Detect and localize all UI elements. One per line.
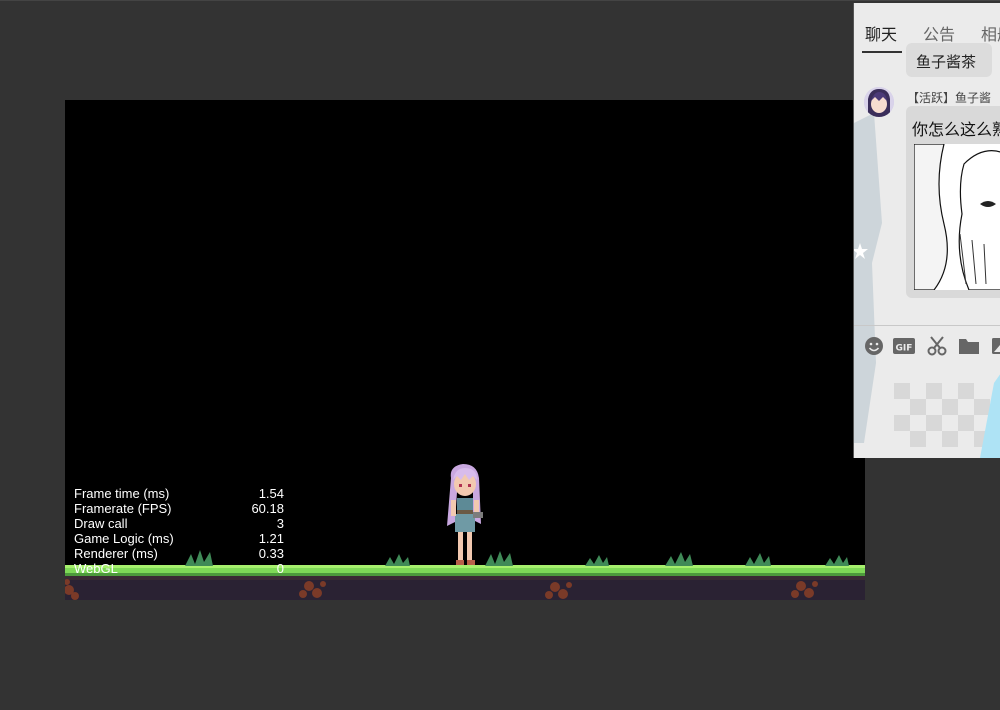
message-image[interactable] — [914, 144, 1000, 290]
boot-right — [467, 560, 475, 565]
stat-value: 0 — [276, 561, 284, 576]
stat-label: Framerate (FPS) — [74, 501, 172, 516]
stat-row: WebGL 0 — [74, 561, 284, 576]
tab-announcement[interactable]: 公告 — [923, 21, 955, 45]
stat-value: 1.21 — [258, 531, 284, 546]
chat-toolbar: GIF — [854, 333, 1000, 361]
gif-icon[interactable]: GIF — [892, 335, 916, 357]
avatar[interactable] — [864, 87, 894, 117]
stat-label: WebGL — [74, 561, 118, 576]
eye-left — [459, 484, 462, 487]
stat-value: 60.18 — [251, 501, 284, 516]
stat-label: Game Logic (ms) — [74, 531, 174, 546]
stat-label: Frame time (ms) — [74, 486, 170, 501]
stat-row: Frame time (ms) 1.54 — [74, 486, 284, 501]
belt — [457, 510, 473, 514]
leg-left — [458, 532, 463, 560]
message-sender: 【活跃】鱼子酱 — [907, 91, 992, 105]
eye-right — [468, 484, 471, 487]
stat-value: 1.54 — [258, 486, 284, 501]
avatar-image — [864, 87, 894, 117]
previous-message-text: 鱼子酱茶 — [916, 54, 977, 71]
leg-right — [467, 532, 472, 560]
stat-row: Framerate (FPS) 60.18 — [74, 501, 284, 516]
tab-album[interactable]: 相册 — [981, 21, 1000, 45]
debug-stats-panel: Frame time (ms) 1.54 Framerate (FPS) 60.… — [74, 486, 284, 576]
arm-left — [451, 500, 456, 516]
image-icon[interactable] — [990, 335, 1000, 357]
previous-message-bubble: 鱼子酱茶 — [906, 43, 992, 77]
weapon — [473, 512, 483, 518]
toolbar-divider — [854, 325, 1000, 326]
active-tab-indicator — [862, 51, 902, 53]
stat-row: Game Logic (ms) 1.21 — [74, 531, 284, 546]
stat-label: Draw call — [74, 516, 128, 531]
message-text: 你怎么这么熟 — [912, 122, 1000, 139]
top-divider — [0, 0, 1000, 1]
stat-value: 0.33 — [258, 546, 284, 561]
scissors-icon[interactable] — [925, 335, 949, 357]
player-character — [447, 464, 483, 565]
game-canvas[interactable]: Frame time (ms) 1.54 Framerate (FPS) 60.… — [65, 100, 865, 600]
grass-tufts — [185, 550, 849, 566]
folder-icon[interactable] — [957, 335, 981, 357]
torso — [457, 498, 473, 512]
chat-panel[interactable]: 聊天 公告 相册 鱼子酱茶 【活跃】鱼子酱 你怎么这么熟 — [853, 3, 1000, 458]
manga-face — [958, 150, 1000, 290]
app-root: Frame time (ms) 1.54 Framerate (FPS) 60.… — [0, 0, 1000, 710]
stat-row: Renderer (ms) 0.33 — [74, 546, 284, 561]
stat-label: Renderer (ms) — [74, 546, 158, 561]
emoji-icon[interactable] — [862, 335, 886, 357]
stat-row: Draw call 3 — [74, 516, 284, 531]
tab-chat[interactable]: 聊天 — [865, 21, 897, 45]
skirt — [455, 514, 475, 532]
svg-text:GIF: GIF — [896, 344, 913, 354]
boot-left — [456, 560, 464, 565]
message-bubble: 你怎么这么熟 — [906, 106, 1000, 298]
stat-value: 3 — [276, 516, 284, 531]
